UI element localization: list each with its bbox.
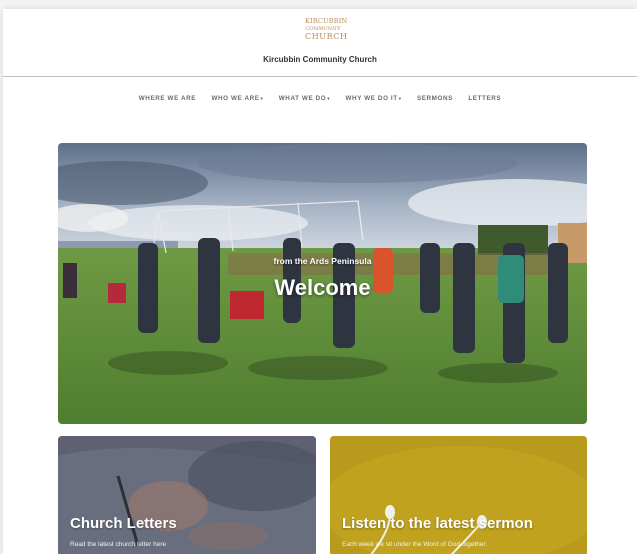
card-title: Church Letters <box>70 515 177 532</box>
church-letters-card[interactable]: Church Letters Read the latest church le… <box>58 436 316 554</box>
chevron-down-icon: ▾ <box>398 96 402 101</box>
logo-line-1: KIRCUBBIN <box>305 17 348 25</box>
letters-card-photo <box>58 436 316 554</box>
logo-line-3: CHURCH <box>305 32 348 41</box>
site-title[interactable]: Kircubbin Community Church <box>3 55 637 64</box>
nav-label: WHERE WE ARE <box>138 95 197 102</box>
card-text: Each week we sit under the Word of God t… <box>342 541 488 548</box>
hero-banner: from the Ards Peninsula Welcome <box>58 143 587 424</box>
nav-label: SERMONS <box>416 95 453 102</box>
nav-what-we-do[interactable]: WHAT WE DO▾ <box>279 95 330 102</box>
nav-label: WHO WE ARE <box>211 95 260 102</box>
church-logo[interactable]: KIRCUBBIN COMMUNITY CHURCH <box>305 17 348 47</box>
nav-label: LETTERS <box>468 95 502 102</box>
site-header: KIRCUBBIN COMMUNITY CHURCH Kircubbin Com… <box>3 9 637 77</box>
nav-label: WHY WE DO IT <box>345 95 398 102</box>
nav-where-we-are[interactable]: WHERE WE ARE <box>139 95 196 102</box>
card-text: Read the latest church letter here <box>70 541 167 548</box>
nav-label: WHAT WE DO <box>278 95 327 102</box>
chevron-down-icon: ▾ <box>260 96 264 101</box>
nav-why-we-do-it[interactable]: WHY WE DO IT▾ <box>346 95 402 102</box>
nav-sermons[interactable]: SERMONS <box>417 95 453 102</box>
sermon-card-photo <box>330 436 587 554</box>
hero-title: Welcome <box>274 275 371 300</box>
nav-letters[interactable]: LETTERS <box>468 95 501 102</box>
chevron-down-icon: ▾ <box>327 96 331 101</box>
hero-subtitle: from the Ards Peninsula <box>273 256 372 266</box>
latest-sermon-card[interactable]: Listen to the latest sermon Each week we… <box>330 436 587 554</box>
card-title: Listen to the latest sermon <box>342 515 533 532</box>
nav-who-we-are[interactable]: WHO WE ARE▾ <box>211 95 263 102</box>
main-nav: WHERE WE ARE WHO WE ARE▾ WHAT WE DO▾ WHY… <box>3 95 637 102</box>
page: KIRCUBBIN COMMUNITY CHURCH Kircubbin Com… <box>3 9 637 554</box>
